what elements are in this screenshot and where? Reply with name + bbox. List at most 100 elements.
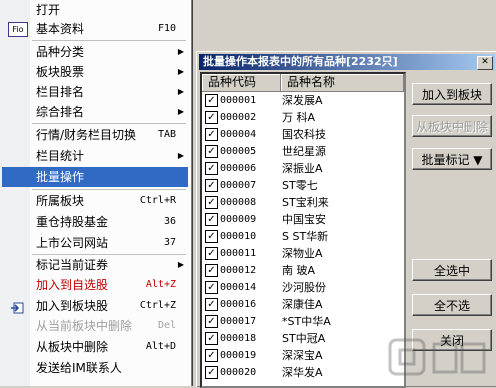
list-item[interactable]: ✓ 000017 *ST中华A — [202, 313, 404, 330]
list-item[interactable]: ✓ 000002 万 科A — [202, 109, 404, 126]
menu-item-toggle-columns[interactable]: 行情/财务栏目切换 TAB — [0, 125, 190, 145]
list-item[interactable]: ✓ 000012 南 玻A — [202, 262, 404, 279]
menu-item-mark-security[interactable]: 标记当前证券 ▶ — [0, 255, 190, 275]
security-code: 000009 — [220, 214, 257, 225]
security-code: 000007 — [220, 180, 257, 191]
chevron-right-icon: ▶ — [177, 47, 184, 56]
checkbox[interactable]: ✓ — [205, 94, 218, 107]
menu-item-category[interactable]: 品种分类 ▶ — [0, 42, 190, 62]
column-header-code[interactable]: 品种代码 — [202, 74, 281, 92]
security-name: 沙河股份 — [282, 281, 326, 294]
menu-item-label: 栏目排名 — [36, 85, 85, 99]
checkbox[interactable]: ✓ — [205, 179, 218, 192]
menu-item-label: 批量操作 — [36, 170, 85, 184]
security-name: 深发展A — [282, 94, 323, 107]
batch-mark-button[interactable]: 批量标记 ▼ — [412, 148, 492, 170]
security-name: 深华发A — [282, 366, 323, 379]
checkbox[interactable]: ✓ — [205, 315, 218, 328]
select-all-button[interactable]: 全选中 — [412, 259, 492, 281]
security-code: 000018 — [220, 333, 257, 344]
select-none-button[interactable]: 全不选 — [412, 294, 492, 316]
list-item[interactable]: ✓ 000014 沙河股份 — [202, 279, 404, 296]
menu-item-label: 发送给IM联系人 — [36, 361, 122, 375]
menu-item-block-stocks[interactable]: 板块股票 ▶ — [0, 62, 190, 82]
list-item[interactable]: ✓ 000011 深物业A — [202, 245, 404, 262]
security-code: 000002 — [220, 112, 257, 123]
security-code: 000017 — [220, 316, 257, 327]
menu-item-batch-operation[interactable]: 批量操作 — [2, 167, 188, 187]
chevron-right-icon: ▶ — [177, 151, 184, 160]
menu-item-column-rank[interactable]: 栏目排名 ▶ — [0, 82, 190, 102]
menu-item-label: 重仓持股基金 — [36, 215, 109, 229]
list-item[interactable]: ✓ 000020 深华发A — [202, 364, 404, 381]
security-code: 000019 — [220, 350, 257, 361]
menu-item-shortcut: Alt+D — [145, 341, 176, 352]
close-icon[interactable]: ✕ — [477, 56, 493, 70]
chevron-right-icon: ▶ — [177, 260, 184, 269]
menu-item-send-im[interactable]: 发送给IM联系人 — [0, 358, 190, 378]
add-to-block-button[interactable]: 加入到板块 — [412, 83, 492, 105]
menu-item-label: 所属板块 — [36, 194, 85, 208]
chevron-right-icon: ▶ — [177, 87, 184, 96]
list-item[interactable]: ✓ 000016 深康佳A — [202, 296, 404, 313]
menu-item-label: 加入到板块股 — [36, 299, 109, 313]
list-item[interactable]: ✓ 000009 中国宝安 — [202, 211, 404, 228]
menu-item-label: 栏目统计 — [36, 149, 85, 163]
checkbox[interactable]: ✓ — [205, 230, 218, 243]
menu-item-open[interactable]: 打开 — [0, 0, 190, 20]
menu-item-add-favorite[interactable]: 加入到自选股 Alt+Z — [0, 275, 190, 295]
security-code: 000006 — [220, 163, 257, 174]
checkbox[interactable]: ✓ — [205, 213, 218, 226]
menu-item-label: 加入到自选股 — [36, 278, 109, 292]
menu-item-overall-rank[interactable]: 综合排名 ▶ — [0, 102, 190, 122]
list-item[interactable]: ✓ 000007 ST零七 — [202, 177, 404, 194]
checkbox[interactable]: ✓ — [205, 281, 218, 294]
fio-icon: Fio — [8, 22, 28, 37]
security-code: 000014 — [220, 282, 257, 293]
chevron-right-icon: ▶ — [177, 67, 184, 76]
list-item[interactable]: ✓ 000001 深发展A — [202, 92, 404, 109]
list-item[interactable]: ✓ 000019 深深宝A — [202, 347, 404, 364]
security-name: 世纪星源 — [282, 145, 326, 158]
security-code: 000011 — [220, 248, 257, 259]
menu-item-remove-from-block[interactable]: 从板块中删除 Alt+D — [0, 337, 190, 357]
checkbox[interactable]: ✓ — [205, 264, 218, 277]
menu-item-label: 从当前板块中删除 — [36, 319, 133, 333]
checkbox[interactable]: ✓ — [205, 111, 218, 124]
menu-item-shortcut: TAB — [157, 129, 176, 140]
security-name: 深康佳A — [282, 298, 323, 311]
list-item[interactable]: ✓ 000005 世纪星源 — [202, 143, 404, 160]
list-item[interactable]: ✓ 000004 国农科技 — [202, 126, 404, 143]
checkbox[interactable]: ✓ — [205, 162, 218, 175]
checkbox[interactable]: ✓ — [205, 366, 218, 379]
menu-item-label: 板块股票 — [36, 65, 85, 79]
remove-from-block-button: 从板块中删除 — [412, 115, 492, 137]
menu-item-add-to-block[interactable]: 加入到板块股 Ctrl+Z — [0, 296, 190, 316]
menu-item-belonging-block[interactable]: 所属板块 Ctrl+R — [0, 191, 190, 211]
checkbox[interactable]: ✓ — [205, 128, 218, 141]
menu-item-basic-info[interactable]: Fio 基本资料 F10 — [0, 19, 190, 39]
checkbox[interactable]: ✓ — [205, 196, 218, 209]
security-name: 深深宝A — [282, 349, 323, 362]
menu-item-shortcut: Del — [157, 320, 176, 331]
checkbox[interactable]: ✓ — [205, 332, 218, 345]
security-code: 000005 — [220, 146, 257, 157]
security-code: 000012 — [220, 265, 257, 276]
checkbox[interactable]: ✓ — [205, 145, 218, 158]
checkbox[interactable]: ✓ — [205, 349, 218, 362]
menu-item-heavy-fund[interactable]: 重仓持股基金 36 — [0, 212, 190, 232]
menu-item-label: 基本资料 — [36, 22, 85, 36]
menu-item-label: 打开 — [36, 3, 61, 17]
watermark-logo — [388, 338, 486, 376]
list-item[interactable]: ✓ 000008 ST宝利来 — [202, 194, 404, 211]
checkbox[interactable]: ✓ — [205, 298, 218, 311]
checkbox[interactable]: ✓ — [205, 247, 218, 260]
list-item[interactable]: ✓ 000006 深振业A — [202, 160, 404, 177]
security-name: 中国宝安 — [282, 213, 326, 226]
menu-item-label: 品种分类 — [36, 45, 85, 59]
list-item[interactable]: ✓ 000010 S ST华新 — [202, 228, 404, 245]
menu-item-column-stats[interactable]: 栏目统计 ▶ — [0, 146, 190, 166]
list-item[interactable]: ✓ 000018 ST中冠A — [202, 330, 404, 347]
menu-item-company-website[interactable]: 上市公司网站 37 — [0, 233, 190, 253]
column-header-name[interactable]: 品种名称 — [281, 74, 404, 92]
